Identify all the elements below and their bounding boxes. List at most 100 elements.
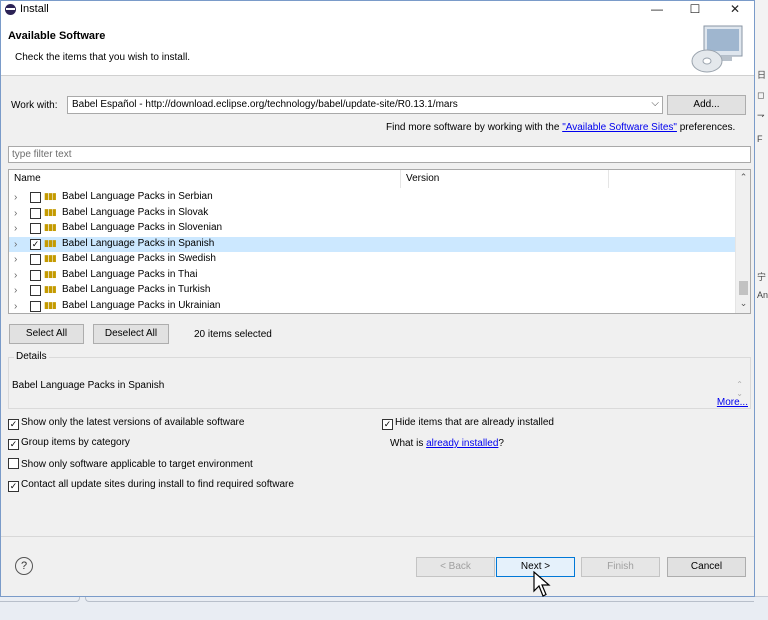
tree-scrollbar[interactable]: ⌃ ⌄ — [735, 170, 750, 313]
row-name: Babel Language Packs in Slovenian — [62, 222, 223, 233]
row-checkbox[interactable] — [30, 192, 41, 203]
install-cd-icon — [691, 25, 743, 73]
background-mark: 日 — [757, 70, 767, 80]
find-more-text: Find more software by working with the "… — [386, 122, 736, 133]
tree-row[interactable]: › ▮▮▮ Babel Language Packs in Turkish — [9, 283, 735, 299]
details-text: Babel Language Packs in Spanish — [12, 380, 165, 391]
work-with-value: Babel Español - http://download.eclipse.… — [72, 99, 458, 110]
row-name: Babel Language Packs in Spanish — [62, 237, 215, 249]
package-icon: ▮▮▮ — [44, 191, 57, 201]
tree-row[interactable]: › ▮▮▮ Babel Language Packs in Slovak — [9, 206, 735, 222]
row-checkbox-checked[interactable]: ✓ — [30, 238, 41, 250]
row-name: Babel Language Packs in Slovak — [62, 206, 209, 218]
tree-row[interactable]: › ▮▮▮ Babel Language Packs in Serbian — [9, 190, 735, 206]
background-mark: F — [757, 134, 763, 144]
row-checkbox[interactable] — [30, 254, 41, 265]
background-status-strip — [0, 596, 768, 620]
already-installed-link[interactable]: already installed — [426, 438, 498, 449]
more-link[interactable]: More... — [717, 397, 748, 408]
tree-row[interactable]: › ▮▮▮ Babel Language Packs in Thai — [9, 268, 735, 284]
background-mark: ◻ — [757, 90, 765, 100]
checkbox-checked[interactable]: ✓ — [8, 481, 19, 492]
background-mark: An — [757, 290, 768, 300]
chevron-right-icon[interactable]: › — [14, 270, 17, 281]
tree-row-selected[interactable]: › ✓ ▮▮▮ Babel Language Packs in Spanish — [9, 236, 735, 252]
package-icon: ▮▮▮ — [44, 284, 57, 294]
page-subtitle: Check the items that you wish to install… — [15, 52, 191, 63]
background-mark: 宁 — [757, 272, 767, 282]
group-by-category-option[interactable]: ✓ Group items by category — [8, 437, 130, 450]
row-name: Babel Language Packs in Turkish — [62, 284, 211, 295]
available-software-sites-link[interactable]: "Available Software Sites" — [562, 122, 677, 133]
close-button[interactable]: ✕ — [717, 1, 753, 18]
work-with-label: Work with: — [11, 100, 58, 111]
chevron-down-icon[interactable]: ⌵ — [651, 98, 659, 109]
mouse-cursor-icon — [533, 571, 551, 597]
background-mark: ⇁ — [757, 110, 765, 120]
chevron-right-icon[interactable]: › — [14, 254, 17, 265]
checkbox-checked[interactable]: ✓ — [382, 419, 393, 430]
back-button[interactable]: < Back — [416, 557, 495, 577]
row-name: Babel Language Packs in Swedish — [62, 253, 216, 264]
row-checkbox[interactable] — [30, 300, 41, 312]
package-icon: ▮▮▮ — [44, 222, 57, 232]
minimize-button[interactable]: — — [639, 1, 675, 18]
deselect-all-button[interactable]: Deselect All — [93, 324, 169, 344]
select-all-button[interactable]: Select All — [9, 324, 84, 344]
finish-button[interactable]: Finish — [581, 557, 660, 577]
title-bar[interactable]: Install — ☐ ✕ — [1, 1, 754, 18]
column-header-version[interactable]: Version — [401, 170, 609, 188]
maximize-button[interactable]: ☐ — [677, 1, 713, 18]
checkbox-unchecked[interactable] — [8, 458, 19, 469]
footer-separator — [1, 536, 754, 537]
row-name: Babel Language Packs in Thai — [62, 268, 198, 280]
package-icon: ▮▮▮ — [44, 237, 57, 248]
what-is-installed-text: What is already installed? — [390, 438, 504, 449]
filter-input[interactable]: type filter text — [8, 146, 751, 163]
chevron-right-icon[interactable]: › — [14, 192, 17, 203]
checkbox-checked[interactable]: ✓ — [8, 419, 19, 430]
row-checkbox[interactable] — [30, 207, 41, 219]
row-name: Babel Language Packs in Ukrainian — [62, 299, 221, 311]
chevron-right-icon[interactable]: › — [14, 239, 17, 250]
contact-update-sites-option[interactable]: ✓ Contact all update sites during install… — [8, 479, 294, 492]
help-icon[interactable]: ? — [15, 557, 33, 575]
row-name: Babel Language Packs in Serbian — [62, 191, 213, 202]
hide-installed-option[interactable]: ✓ Hide items that are already installed — [382, 417, 554, 430]
work-with-combo[interactable]: Babel Español - http://download.eclipse.… — [67, 96, 663, 114]
package-icon: ▮▮▮ — [44, 268, 57, 279]
chevron-right-icon[interactable]: › — [14, 223, 17, 234]
tree-row[interactable]: › ▮▮▮ Babel Language Packs in Slovenian — [9, 221, 735, 237]
scroll-down-icon[interactable]: ⌄ — [736, 298, 750, 309]
cancel-button[interactable]: Cancel — [667, 557, 746, 577]
column-header-name[interactable]: Name — [9, 170, 401, 188]
checkbox-checked[interactable]: ✓ — [8, 439, 19, 450]
chevron-right-icon[interactable]: › — [14, 285, 17, 296]
window-title: Install — [20, 3, 49, 15]
row-checkbox[interactable] — [30, 269, 41, 281]
latest-versions-option[interactable]: ✓ Show only the latest versions of availa… — [8, 417, 244, 430]
page-title: Available Software — [8, 30, 106, 42]
details-group: Details Babel Language Packs in Spanish … — [8, 351, 751, 409]
tree-rows: › ▮▮▮ Babel Language Packs in Serbian › … — [9, 190, 735, 314]
scrollbar-thumb[interactable] — [739, 281, 748, 295]
wizard-header: Available Software Check the items that … — [1, 18, 754, 76]
selection-count: 20 items selected — [194, 329, 272, 340]
details-scroll-icon[interactable]: ⌃ ⌄ — [736, 380, 743, 398]
package-icon: ▮▮▮ — [44, 299, 57, 310]
chevron-right-icon[interactable]: › — [14, 301, 17, 312]
row-checkbox[interactable] — [30, 223, 41, 234]
tree-row[interactable]: › ▮▮▮ Babel Language Packs in Swedish — [9, 252, 735, 268]
background-window-edge: 日 ◻ ⇁ F 宁 An — [754, 0, 768, 620]
chevron-right-icon[interactable]: › — [14, 208, 17, 219]
applicable-only-option[interactable]: Show only software applicable to target … — [8, 458, 253, 470]
eclipse-icon — [5, 4, 16, 15]
install-dialog: Install — ☐ ✕ Available Software Check t… — [0, 0, 755, 597]
package-icon: ▮▮▮ — [44, 206, 57, 217]
row-checkbox[interactable] — [30, 285, 41, 296]
scroll-up-icon[interactable]: ⌃ — [736, 172, 750, 183]
details-legend: Details — [14, 351, 49, 362]
tree-row[interactable]: › ▮▮▮ Babel Language Packs in Ukrainian — [9, 299, 735, 314]
package-icon: ▮▮▮ — [44, 253, 57, 263]
add-site-button[interactable]: Add... — [667, 95, 746, 115]
